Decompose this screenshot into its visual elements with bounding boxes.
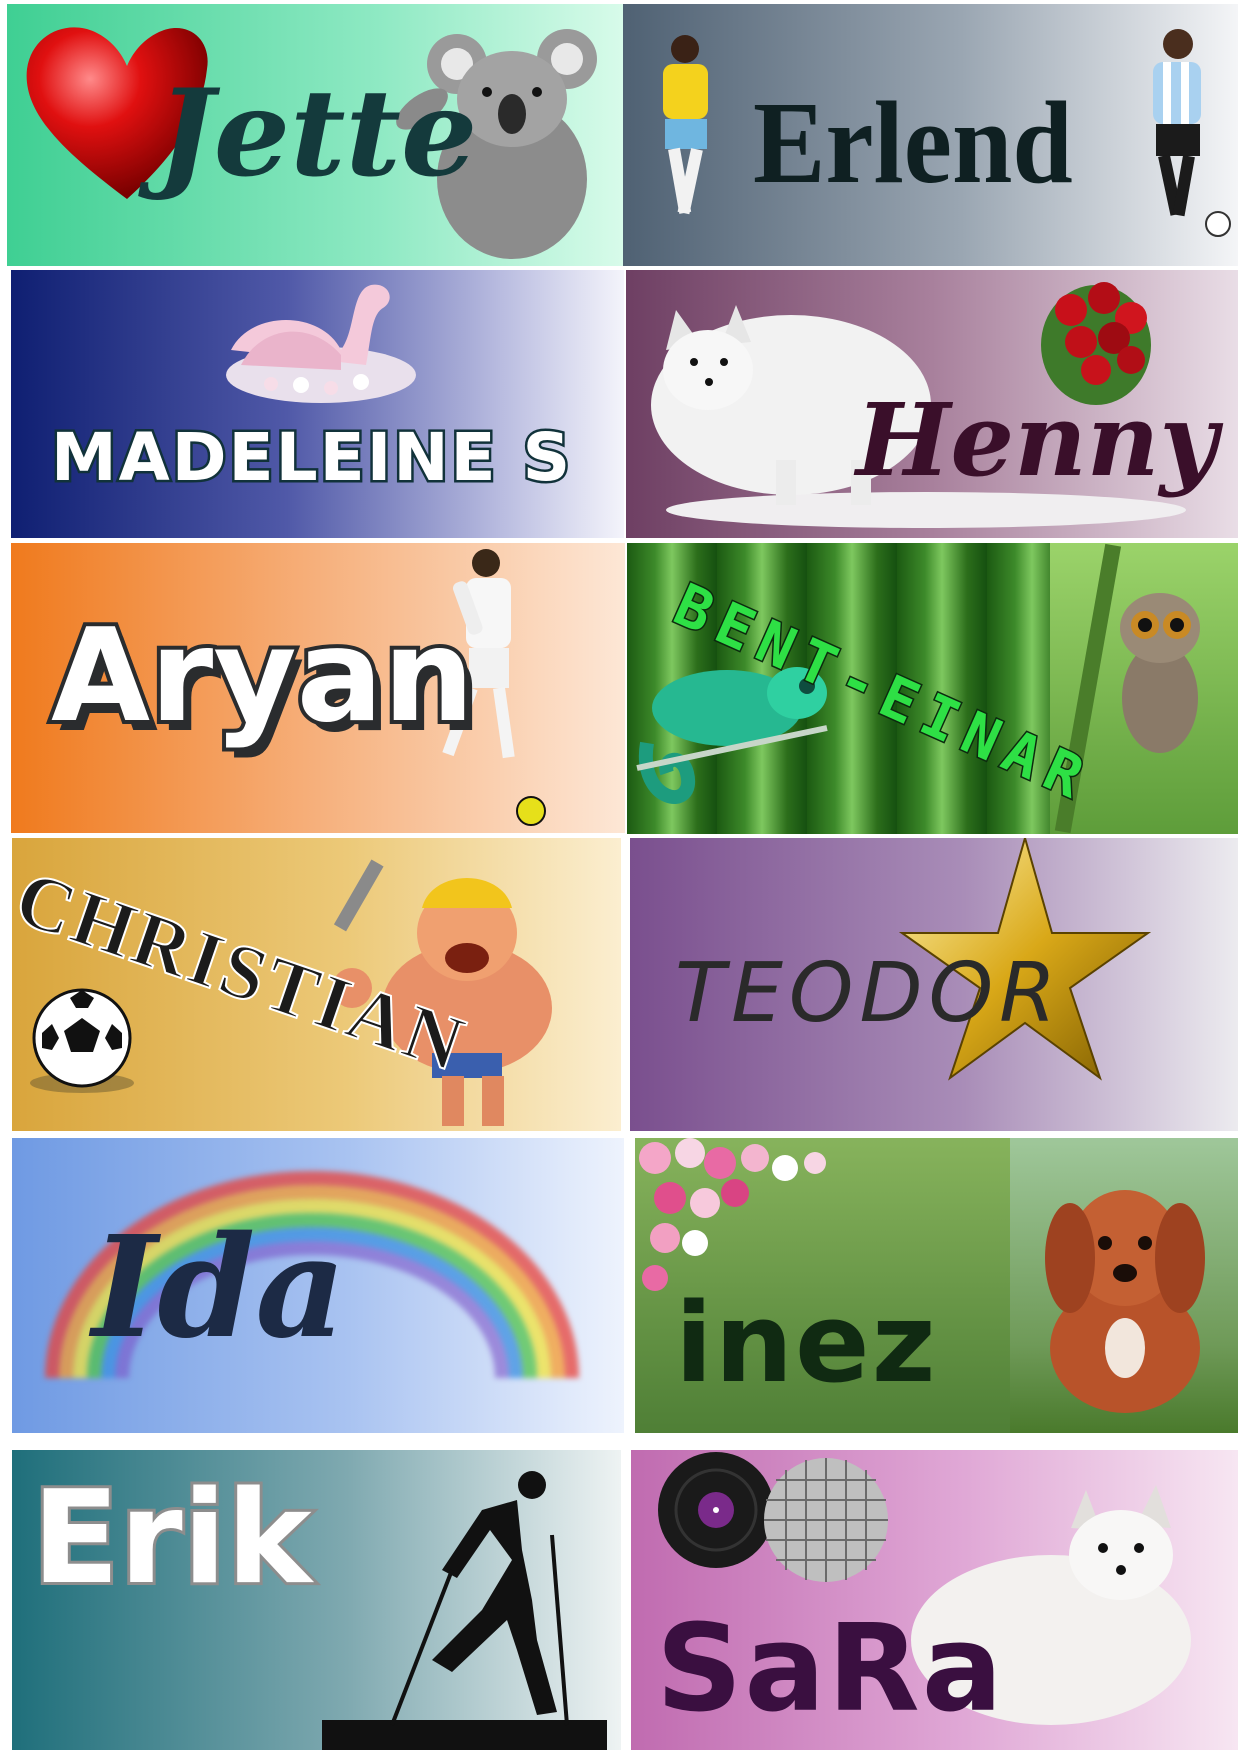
name-text: SaRa [656,1600,1005,1739]
name-tag-aryan: Aryan [11,543,625,833]
name-text: MADELEINE S [48,419,573,496]
name-text: Jette [157,63,478,204]
name-tag-henny: Henny [626,270,1238,538]
name-text: TEODOR [675,946,1063,1041]
name-tag-erik: Erik [12,1450,621,1750]
name-text: inez [675,1279,938,1407]
name-tag-teodor: TEODOR [630,838,1238,1131]
name-text: Erik [29,1464,315,1613]
name-tag-inez: inez [635,1138,1010,1433]
swan-image [226,284,416,403]
name-tag-erlend: Erlend [623,4,1238,266]
name-tag-jette: Jette [7,4,624,266]
name-text: Erlend [753,77,1073,208]
name-tag-ida: Ida [12,1138,624,1433]
name-text: Aryan [47,602,478,751]
puppy-tile [1010,1138,1238,1433]
name-text: Henny [856,381,1218,499]
name-tag-sara: SaRa [631,1450,1238,1750]
puppy-image [1045,1190,1205,1413]
name-tag-christian: CHRISTIAN [12,838,621,1131]
name-text: Ida [92,1206,347,1370]
name-tag-madeleine: MADELEINE S [11,270,624,538]
